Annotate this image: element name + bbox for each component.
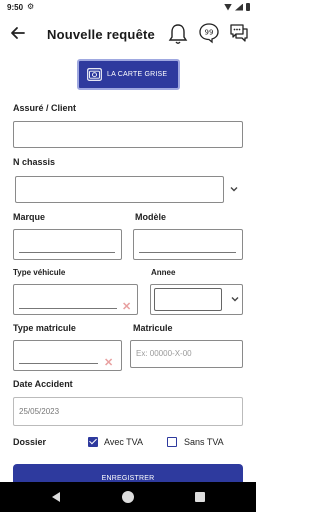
- assure-label: Assuré / Client: [13, 103, 77, 113]
- type-vehicule-input[interactable]: [13, 284, 138, 315]
- type-matricule-underline: [19, 363, 98, 364]
- annee-inner-box: [154, 288, 222, 311]
- carte-grise-button[interactable]: LA CARTE GRISE: [77, 59, 180, 90]
- carte-grise-label: LA CARTE GRISE: [107, 71, 168, 78]
- status-bar: 9:50 ⚙: [0, 0, 256, 14]
- wifi-icon: [224, 3, 232, 11]
- chassis-label: N chassis: [13, 157, 56, 167]
- app-bar: Nouvelle requête 99: [0, 18, 256, 50]
- chat-icon[interactable]: [228, 22, 250, 44]
- type-matricule-clear-icon[interactable]: ✕: [104, 356, 113, 369]
- matricule-label: Matricule: [133, 323, 173, 333]
- save-button[interactable]: ENREGISTRER: [13, 464, 243, 484]
- sans-tva-label[interactable]: Sans TVA: [184, 437, 224, 447]
- annee-label: Annee: [151, 268, 176, 277]
- chassis-select[interactable]: [15, 176, 224, 203]
- annee-chevron-down-icon[interactable]: [230, 294, 240, 304]
- modele-input[interactable]: [133, 229, 243, 260]
- camera-icon: [87, 68, 102, 81]
- nav-back-icon[interactable]: [52, 492, 60, 502]
- chassis-chevron-down-icon[interactable]: [229, 184, 239, 194]
- type-vehicule-clear-icon[interactable]: ✕: [122, 300, 131, 313]
- type-matricule-label: Type matricule: [13, 323, 76, 333]
- avec-tva-checkbox[interactable]: [88, 437, 98, 447]
- settings-status-icon: ⚙: [27, 2, 35, 11]
- marque-underline: [19, 252, 115, 253]
- status-time: 9:50: [7, 3, 24, 12]
- svg-text:99: 99: [205, 29, 214, 37]
- assure-input[interactable]: [13, 121, 243, 148]
- matricule-input[interactable]: Ex: 00000-X-00: [130, 340, 243, 368]
- status-indicators: [224, 3, 250, 11]
- battery-icon: [246, 3, 250, 11]
- date-accident-value: 25/05/2023: [19, 407, 60, 416]
- modele-underline: [139, 252, 236, 253]
- dossier-label: Dossier: [13, 437, 47, 447]
- nav-home-icon[interactable]: [122, 491, 134, 503]
- notification-bell-icon[interactable]: [167, 22, 189, 46]
- sans-tva-checkbox[interactable]: [167, 437, 177, 447]
- quote-bubble-icon[interactable]: 99: [198, 22, 220, 44]
- modele-label: Modèle: [135, 212, 167, 222]
- nav-recent-apps-icon[interactable]: [195, 492, 205, 502]
- page-title: Nouvelle requête: [47, 27, 155, 42]
- marque-label: Marque: [13, 212, 46, 222]
- signal-icon: [235, 3, 243, 11]
- date-accident-input[interactable]: 25/05/2023: [13, 397, 243, 426]
- avec-tva-label[interactable]: Avec TVA: [104, 437, 143, 447]
- back-arrow-icon[interactable]: [8, 23, 28, 43]
- date-accident-label: Date Accident: [13, 379, 73, 389]
- matricule-placeholder: Ex: 00000-X-00: [136, 349, 192, 358]
- marque-input[interactable]: [13, 229, 122, 260]
- type-vehicule-underline: [19, 308, 117, 309]
- type-vehicule-label: Type véhicule: [13, 268, 66, 277]
- system-nav-bar: [0, 482, 256, 512]
